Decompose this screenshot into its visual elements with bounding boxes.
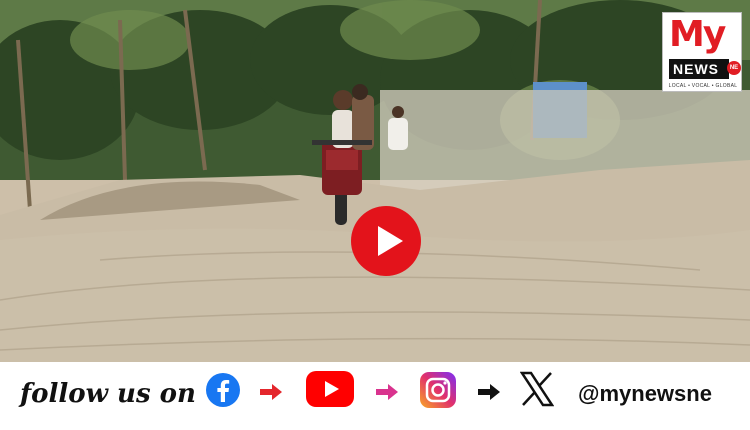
video-frame[interactable]: My NEWS NE LOCAL • VOCAL • GLOBAL bbox=[0, 0, 750, 362]
mynews-logo: My NEWS NE LOCAL • VOCAL • GLOBAL bbox=[662, 12, 742, 92]
logo-tagline: LOCAL • VOCAL • GLOBAL bbox=[668, 83, 738, 89]
arrow-right-icon bbox=[376, 384, 398, 405]
logo-ne-badge: NE bbox=[727, 61, 741, 75]
play-icon bbox=[378, 226, 403, 256]
logo-my-text: My bbox=[669, 14, 726, 55]
x-icon[interactable] bbox=[519, 371, 555, 412]
follow-text: follow us on bbox=[20, 379, 196, 409]
instagram-icon[interactable] bbox=[420, 372, 456, 413]
facebook-icon[interactable] bbox=[205, 372, 241, 413]
video-scene bbox=[0, 0, 750, 362]
arrow-right-icon bbox=[260, 384, 282, 405]
logo-news-text: NEWS bbox=[669, 59, 729, 79]
play-button[interactable] bbox=[351, 206, 421, 276]
youtube-icon[interactable] bbox=[306, 370, 354, 413]
social-handle[interactable]: @mynewsne bbox=[578, 374, 712, 414]
social-footer: follow us on @mynewsne bbox=[0, 362, 750, 430]
arrow-right-icon bbox=[478, 384, 500, 405]
